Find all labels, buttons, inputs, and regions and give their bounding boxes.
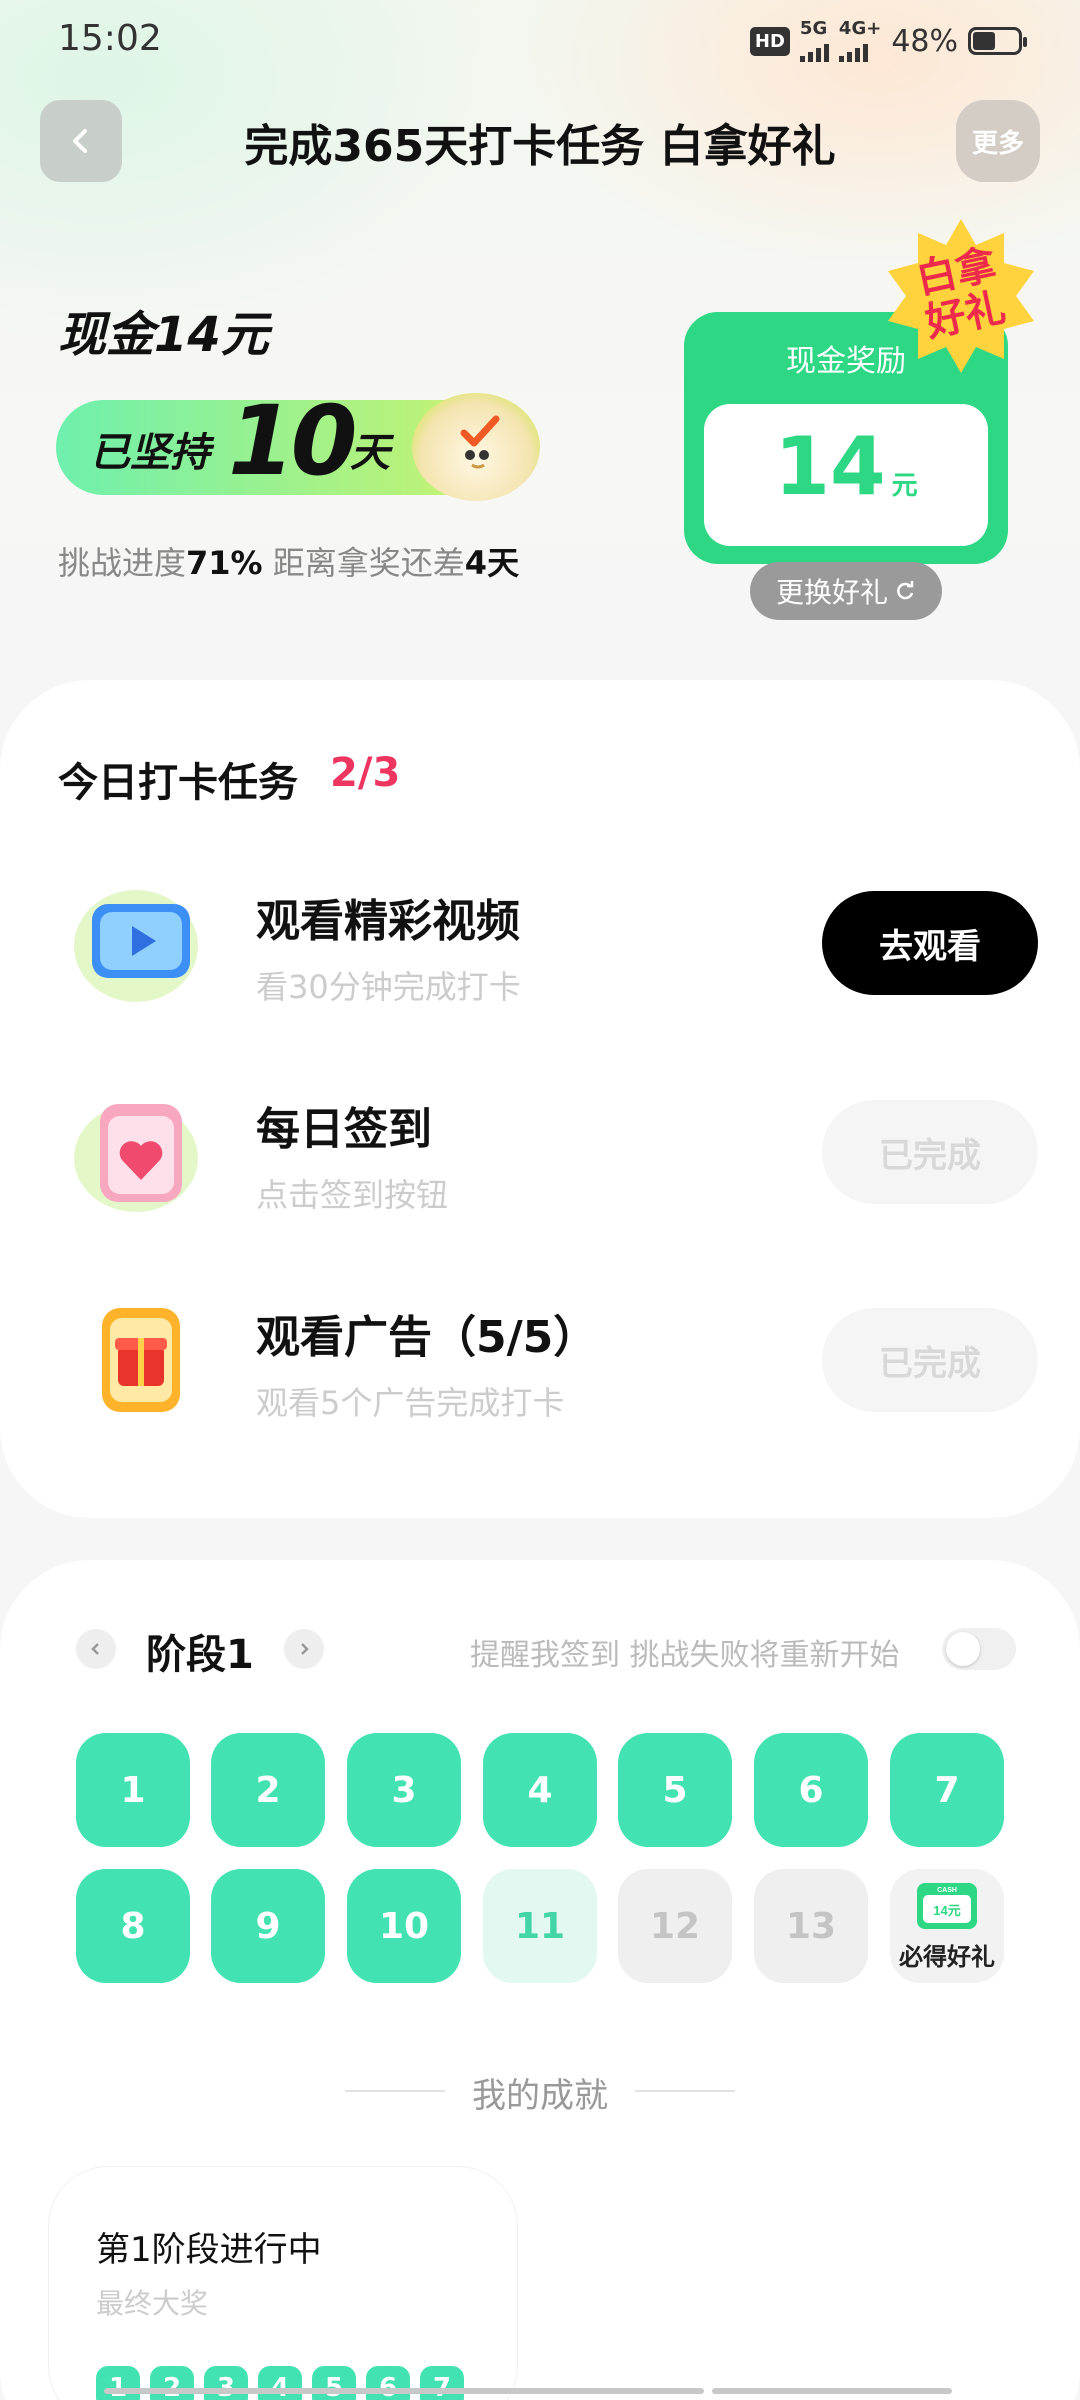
status-icons: HD 5G 4G+ 48% <box>749 20 1027 62</box>
day-cell[interactable]: 1 <box>76 1733 190 1847</box>
gift-day-cell[interactable]: CASH 14元 必得好礼 <box>890 1869 1004 1983</box>
day-cell[interactable]: 2 <box>211 1733 325 1847</box>
day-cell[interactable]: 6 <box>754 1733 868 1847</box>
chevron-right-icon <box>301 1643 309 1655</box>
day-cell[interactable]: 4 <box>483 1733 597 1847</box>
task-desc: 点击签到按钮 <box>256 1176 449 1214</box>
tasks-title: 今日打卡任务 <box>58 760 298 806</box>
task-name: 观看精彩视频 <box>256 896 520 947</box>
day-cell[interactable]: 7 <box>890 1733 1004 1847</box>
day-cell[interactable]: 10 <box>347 1869 461 1983</box>
signal-4g-icon: 4G+ <box>838 20 881 62</box>
streak-days: 10 <box>228 385 358 497</box>
stage-prev-button[interactable] <box>76 1629 116 1669</box>
scroll-indicator <box>104 2388 960 2396</box>
day-cell-today[interactable]: 11 <box>483 1869 597 1983</box>
svg-text:CASH: CASH <box>937 1887 957 1894</box>
cash-title: 现金14元 <box>58 307 269 363</box>
video-play-icon <box>74 890 198 1002</box>
hd-icon: HD <box>749 26 790 56</box>
stage-next-button[interactable] <box>284 1629 324 1669</box>
refresh-icon <box>897 581 914 600</box>
achievement-sub: 最终大奖 <box>96 2287 209 2320</box>
svg-text:14元: 14元 <box>933 1903 960 1918</box>
task-desc: 观看5个广告完成打卡 <box>256 1384 565 1422</box>
task-desc: 看30分钟完成打卡 <box>256 968 521 1006</box>
tasks-count: 2/3 <box>330 750 401 796</box>
calendar-heart-icon <box>74 1104 198 1212</box>
battery-percent: 48% <box>891 23 958 59</box>
achievement-heading: 第1阶段进行中 <box>96 2230 322 2270</box>
achievements-title: 我的成就 <box>472 2076 608 2116</box>
divider-line <box>635 2090 735 2092</box>
task-name: 每日签到 <box>256 1104 432 1155</box>
battery-icon <box>968 27 1027 55</box>
stage-label: 阶段1 <box>146 1632 254 1678</box>
ad-done-button[interactable]: 已完成 <box>822 1308 1038 1412</box>
day-cell[interactable]: 8 <box>76 1869 190 1983</box>
streak-prefix: 已坚持 <box>90 430 210 476</box>
task-name: 观看广告（5/5） <box>256 1312 598 1363</box>
day-cell[interactable]: 13 <box>754 1869 868 1983</box>
cash-card-icon: CASH 14元 <box>917 1882 977 1929</box>
watch-video-button[interactable]: 去观看 <box>822 891 1038 995</box>
more-button[interactable]: 更多 <box>956 100 1040 182</box>
mascot-icon <box>412 393 540 501</box>
status-time: 15:02 <box>58 18 162 59</box>
remind-text: 提醒我签到 挑战失败将重新开始 <box>470 1638 900 1673</box>
day-cell[interactable]: 9 <box>211 1869 325 1983</box>
remind-toggle[interactable] <box>942 1628 1016 1670</box>
sign-in-done-button[interactable]: 已完成 <box>822 1100 1038 1204</box>
gift-phone-icon <box>102 1308 180 1412</box>
challenge-progress: 挑战进度71% 距离拿奖还差4天 <box>58 544 520 582</box>
signal-5g-icon: 5G <box>799 20 829 62</box>
change-gift-button[interactable]: 更换好礼 <box>750 562 942 620</box>
gift-label: 必得好礼 <box>899 1942 995 1971</box>
day-cell[interactable]: 12 <box>618 1869 732 1983</box>
reward-amount: 14 元 <box>774 420 918 513</box>
streak-suffix: 天 <box>350 430 390 476</box>
chevron-left-icon <box>91 1643 99 1655</box>
page-title: 完成365天打卡任务 白拿好礼 <box>244 121 836 172</box>
day-cell[interactable]: 5 <box>618 1733 732 1847</box>
day-cell[interactable]: 3 <box>347 1733 461 1847</box>
